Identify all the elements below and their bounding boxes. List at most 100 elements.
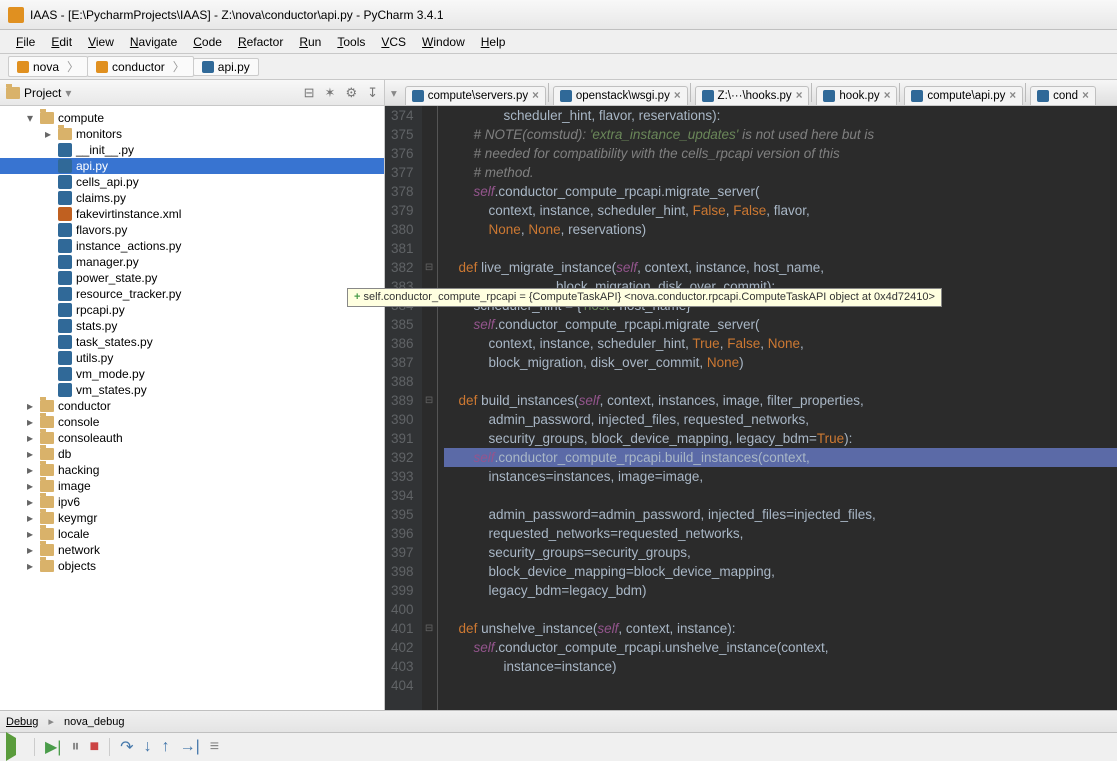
tree-item[interactable]: __init__.py — [0, 142, 384, 158]
editor-tab[interactable]: openstack\wsgi.py× — [553, 86, 688, 105]
menu-item-view[interactable]: View — [80, 35, 122, 49]
menu-item-code[interactable]: Code — [185, 35, 230, 49]
tree-twisty-icon[interactable]: ▸ — [24, 495, 36, 509]
python-file-icon — [911, 90, 923, 102]
crumb-label: api.py — [218, 60, 250, 74]
editor-tab[interactable]: hook.py× — [816, 86, 897, 105]
tree-twisty-icon[interactable]: ▸ — [42, 127, 54, 141]
step-into-button[interactable]: ↓ — [144, 738, 152, 756]
menu-item-edit[interactable]: Edit — [43, 35, 80, 49]
tree-item-label: __init__.py — [76, 143, 134, 157]
tab-dropdown-icon[interactable]: ▾ — [385, 86, 403, 100]
close-tab-icon[interactable]: × — [1009, 90, 1016, 102]
tree-item[interactable]: task_states.py — [0, 334, 384, 350]
settings-icon[interactable]: ✶ — [325, 85, 336, 101]
tree-twisty-icon[interactable]: ▸ — [24, 511, 36, 525]
tree-twisty-icon[interactable]: ▸ — [24, 527, 36, 541]
menu-item-file[interactable]: File — [8, 35, 43, 49]
tree-item-label: vm_mode.py — [76, 367, 145, 381]
tree-item[interactable]: cells_api.py — [0, 174, 384, 190]
dropdown-icon[interactable]: ▾ — [65, 86, 71, 100]
more-settings-icon[interactable]: ⚙ — [345, 85, 357, 101]
step-out-button[interactable]: ↑ — [162, 738, 170, 756]
tree-item[interactable]: ▸objects — [0, 558, 384, 574]
menu-item-navigate[interactable]: Navigate — [122, 35, 185, 49]
rerun-button[interactable] — [6, 738, 24, 756]
menu-item-run[interactable]: Run — [291, 35, 329, 49]
close-tab-icon[interactable]: × — [674, 90, 681, 102]
close-tab-icon[interactable]: × — [884, 90, 891, 102]
tree-twisty-icon[interactable]: ▸ — [24, 431, 36, 445]
project-tree[interactable]: ▾compute▸monitors__init__.pyapi.pycells_… — [0, 106, 384, 710]
tree-item[interactable]: utils.py — [0, 350, 384, 366]
tree-item[interactable]: ▸locale — [0, 526, 384, 542]
tree-item[interactable]: manager.py — [0, 254, 384, 270]
tree-item[interactable]: ▸ipv6 — [0, 494, 384, 510]
close-tab-icon[interactable]: × — [796, 90, 803, 102]
close-tab-icon[interactable]: × — [532, 90, 539, 102]
tree-twisty-icon[interactable]: ▸ — [24, 479, 36, 493]
python-file-icon — [58, 223, 72, 237]
collapse-all-icon[interactable]: ⊟ — [304, 85, 315, 101]
python-file-icon — [58, 271, 72, 285]
menu-item-help[interactable]: Help — [473, 35, 514, 49]
debug-config-label[interactable]: nova_debug — [64, 716, 125, 728]
tree-twisty-icon[interactable]: ▸ — [24, 399, 36, 413]
tree-item[interactable]: vm_states.py — [0, 382, 384, 398]
tree-item[interactable]: ▸hacking — [0, 462, 384, 478]
tree-item[interactable]: ▸network — [0, 542, 384, 558]
project-tool-header: Project ▾ ⊟ ✶ ⚙ ↧ — [0, 80, 384, 106]
project-title[interactable]: Project — [24, 86, 61, 100]
editor-tab[interactable]: Z:\···\hooks.py× — [695, 86, 810, 105]
tree-item[interactable]: power_state.py — [0, 270, 384, 286]
breadcrumb-item[interactable]: conductor — [87, 56, 194, 77]
tree-item-label: resource_tracker.py — [76, 287, 181, 301]
tree-item[interactable]: ▸image — [0, 478, 384, 494]
tree-item[interactable]: ▸conductor — [0, 398, 384, 414]
tree-item[interactable]: fakevirtinstance.xml — [0, 206, 384, 222]
editor-tab[interactable]: cond× — [1030, 86, 1096, 105]
hide-icon[interactable]: ↧ — [367, 85, 378, 101]
tree-item[interactable]: resource_tracker.py — [0, 286, 384, 302]
tree-item-label: utils.py — [76, 351, 113, 365]
tree-twisty-icon[interactable]: ▾ — [24, 111, 36, 125]
tree-twisty-icon[interactable]: ▸ — [24, 543, 36, 557]
tree-item[interactable]: ▸db — [0, 446, 384, 462]
editor-tab[interactable]: compute\servers.py× — [405, 86, 546, 105]
breadcrumb-item[interactable]: api.py — [193, 58, 259, 76]
debug-tab[interactable]: Debug — [6, 716, 38, 728]
run-to-cursor-button[interactable]: →| — [180, 738, 200, 756]
tree-item[interactable]: instance_actions.py — [0, 238, 384, 254]
menu-item-vcs[interactable]: VCS — [373, 35, 414, 49]
menu-item-window[interactable]: Window — [414, 35, 473, 49]
menu-item-tools[interactable]: Tools — [329, 35, 373, 49]
tree-item[interactable]: ▸console — [0, 414, 384, 430]
tree-item[interactable]: api.py — [0, 158, 384, 174]
tree-item[interactable]: stats.py — [0, 318, 384, 334]
tree-item-label: power_state.py — [76, 271, 157, 285]
tree-item[interactable]: claims.py — [0, 190, 384, 206]
folder-icon — [96, 61, 108, 73]
close-tab-icon[interactable]: × — [1082, 90, 1089, 102]
tree-item[interactable]: ▸consoleauth — [0, 430, 384, 446]
tree-twisty-icon[interactable]: ▸ — [24, 559, 36, 573]
tree-item[interactable]: flavors.py — [0, 222, 384, 238]
code-content[interactable]: scheduler_hint, flavor, reservations): #… — [438, 106, 1117, 710]
pause-button[interactable]: ⏸ — [71, 738, 79, 756]
tree-twisty-icon[interactable]: ▸ — [24, 463, 36, 477]
tree-item[interactable]: rpcapi.py — [0, 302, 384, 318]
tree-item[interactable]: ▾compute — [0, 110, 384, 126]
tree-item[interactable]: vm_mode.py — [0, 366, 384, 382]
tree-twisty-icon[interactable]: ▸ — [24, 447, 36, 461]
stop-button[interactable]: ■ — [89, 738, 99, 756]
evaluate-button[interactable]: ≡ — [210, 738, 219, 756]
code-editor[interactable]: 3743753763773783793803813823833843853863… — [385, 106, 1117, 710]
breadcrumb-item[interactable]: nova — [8, 56, 88, 77]
fold-column[interactable]: ⊟⊟⊟ — [422, 106, 438, 710]
menu-item-refactor[interactable]: Refactor — [230, 35, 291, 49]
window-title: IAAS - [E:\PycharmProjects\IAAS] - Z:\no… — [30, 8, 444, 22]
editor-tab[interactable]: compute\api.py× — [904, 86, 1023, 105]
tree-item[interactable]: ▸monitors — [0, 126, 384, 142]
tree-item[interactable]: ▸keymgr — [0, 510, 384, 526]
tree-twisty-icon[interactable]: ▸ — [24, 415, 36, 429]
